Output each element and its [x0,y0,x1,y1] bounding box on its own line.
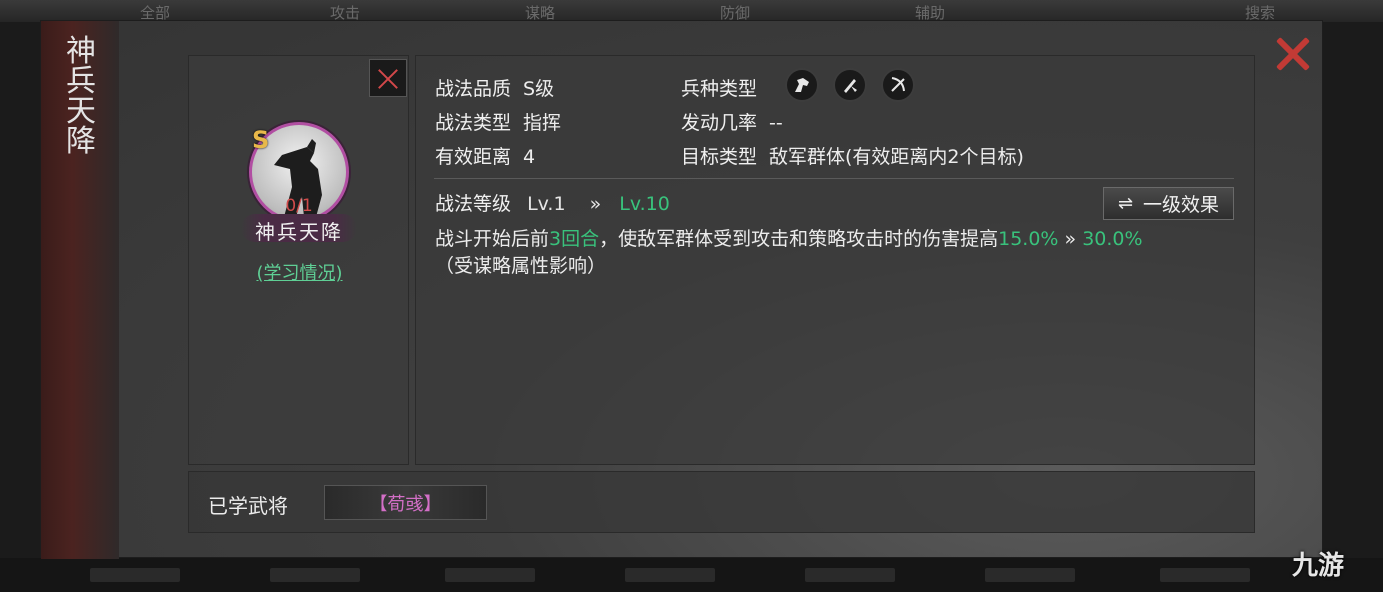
desc-part2: ，使敌军群体受到攻击和策略攻击时的伤害提高 [599,228,999,250]
level-effect-label: 一级效果 [1143,194,1220,216]
range-label: 有效距离 [435,146,512,168]
type-label: 战法类型 [435,112,512,134]
learn-status-link[interactable]: (学习情况) [189,259,410,285]
desc-from-pct: 15.0% [998,228,1059,250]
type-row: 战法类型 指挥 [435,108,561,135]
level-to: Lv.10 [619,193,670,215]
background-bottom-bar [0,558,1383,592]
target-row: 目标类型 敌军群体(有效距离内2个目标) [681,142,1024,169]
learned-generals-bar: 已学武将 【荀彧】 [188,471,1255,533]
description-line: 战斗开始后前3回合，使敌军群体受到攻击和策略攻击时的伤害提高15.0% » 30… [435,226,1235,253]
desc-rounds: 3回合 [549,228,600,250]
skill-description: 战斗开始后前3回合，使敌军群体受到攻击和策略攻击时的伤害提高15.0% » 30… [435,226,1235,280]
level-from: Lv.1 [527,193,566,215]
swap-icon: ⇌ [1117,193,1134,214]
learned-generals-label: 已学武将 [208,494,288,518]
level-row: 战法等级 Lv.1 » Lv.10 [435,189,670,216]
level-label: 战法等级 [435,193,512,215]
rate-label: 发动几率 [681,112,758,134]
learned-general-chip[interactable]: 【荀彧】 [324,485,487,520]
troop-type-label: 兵种类型 [681,78,758,100]
skill-card-panel: S 0/1 神兵天降 (学习情况) [188,55,409,465]
troop-type-row: 兵种类型 [681,74,757,101]
archer-icon [881,68,915,102]
skill-info-panel: 战法品质 S级 兵种类型 战法类型 指挥 发动几率 -- 有效距离 4 目标类型 敌军群体… [415,55,1255,465]
quality-value: S级 [523,78,555,100]
skill-detail-modal: 神兵天降 S 0/1 神兵天降 (学习情况) 战法品质 S级 兵种类型 战法类型… [40,20,1323,559]
cavalry-icon [785,68,819,102]
side-title: 神兵天降 [66,34,96,159]
rate-row: 发动几率 -- [681,108,783,135]
desc-to-pct: 30.0% [1082,228,1143,250]
skill-name: 神兵天降 [255,220,343,244]
range-row: 有效距离 4 [435,142,535,169]
rate-value: -- [769,112,783,134]
quality-label: 战法品质 [435,78,512,100]
spear-icon [833,68,867,102]
side-banner: 神兵天降 [41,21,119,559]
desc-part1: 战斗开始后前 [435,228,550,250]
target-label: 目标类型 [681,146,758,168]
learn-count: 0/1 [285,196,313,216]
target-value: 敌军群体(有效距离内2个目标) [769,146,1024,168]
level-effect-button[interactable]: ⇌ 一级效果 [1103,187,1234,220]
description-note: （受谋略属性影响） [435,255,607,277]
info-divider [434,178,1234,179]
type-value: 指挥 [523,112,562,134]
remove-skill-button[interactable] [369,59,407,97]
quality-letter: S [252,126,270,154]
background-tab-bar: 全部 攻击 谋略 防御 辅助 搜索 [0,0,1383,22]
site-watermark: 九游 [1292,551,1345,581]
close-modal-icon[interactable] [1271,33,1313,75]
desc-arrow: » [1058,228,1083,250]
level-arrow: » [589,193,602,215]
quality-row: 战法品质 S级 [435,74,554,101]
range-value: 4 [523,146,536,168]
